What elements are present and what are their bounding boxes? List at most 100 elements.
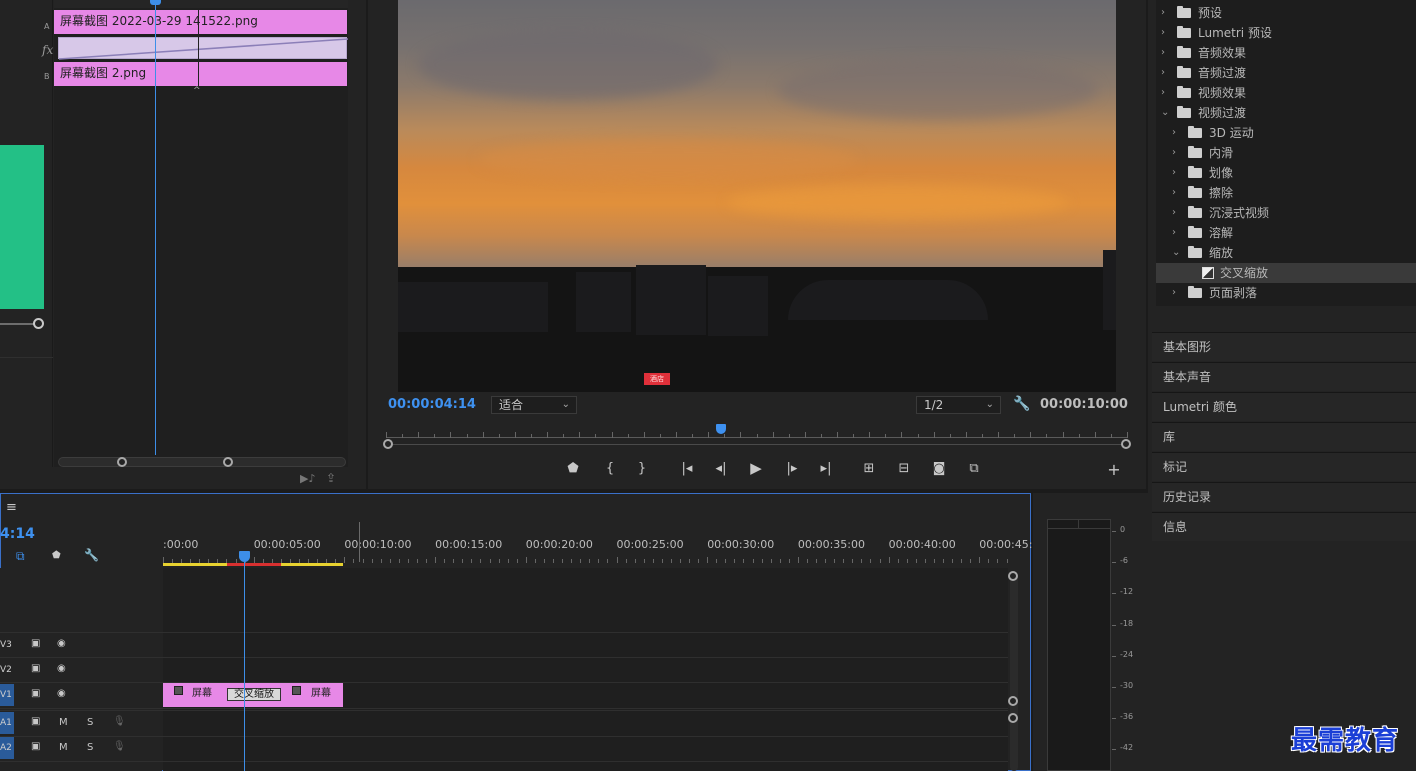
- sync-lock-icon[interactable]: ▣: [31, 688, 40, 699]
- timeline-playhead-handle[interactable]: [239, 551, 250, 562]
- effect-controls-scrollbar[interactable]: [58, 457, 346, 467]
- effects-tree-item[interactable]: › 页面剥落: [1156, 283, 1416, 303]
- chevron-right-icon[interactable]: ›: [1161, 3, 1165, 23]
- extract-button[interactable]: ⊟: [893, 460, 915, 478]
- play-audio-icon[interactable]: ▶♪: [300, 472, 315, 485]
- chevron-down-icon[interactable]: ⌄: [1172, 243, 1180, 263]
- effects-tree-item[interactable]: › 3D 运动: [1156, 123, 1416, 143]
- effect-controls-ruler[interactable]: [54, 0, 348, 8]
- solo-button[interactable]: S: [87, 717, 93, 728]
- snap-icon[interactable]: ⧉: [16, 549, 25, 564]
- chevron-right-icon[interactable]: ›: [1172, 143, 1176, 163]
- go-to-in-button[interactable]: |◂: [676, 460, 698, 478]
- mark-in-button[interactable]: {: [599, 460, 621, 478]
- track-target-v3[interactable]: V3: [0, 634, 14, 656]
- color-swatch[interactable]: [0, 145, 44, 309]
- microphone-icon[interactable]: 🎙: [113, 716, 126, 727]
- transition-clip[interactable]: [58, 37, 348, 60]
- effect-controls-playhead[interactable]: [155, 0, 156, 455]
- clip-a[interactable]: 屏幕截图 2022-03-29 141522.png: [54, 10, 347, 34]
- microphone-icon[interactable]: 🎙: [113, 741, 126, 752]
- panel-section-header[interactable]: 历史记录: [1152, 482, 1416, 511]
- wrench-icon[interactable]: 🔧: [84, 548, 99, 562]
- clip-b[interactable]: 屏幕截图 2.png: [54, 62, 347, 86]
- chevron-down-icon[interactable]: ⌄: [1161, 103, 1169, 123]
- scroll-handle-top[interactable]: [1008, 571, 1018, 581]
- mark-out-button[interactable]: }: [631, 460, 653, 478]
- program-video-frame[interactable]: 酒店: [398, 0, 1116, 392]
- timeline-menu-icon[interactable]: ≡: [6, 500, 17, 515]
- panel-section-header[interactable]: 基本声音: [1152, 362, 1416, 391]
- mute-button[interactable]: M: [59, 742, 68, 753]
- panel-section-header[interactable]: 标记: [1152, 452, 1416, 481]
- sync-lock-icon[interactable]: ▣: [31, 638, 40, 649]
- effects-tree-item[interactable]: ⌄ 缩放: [1156, 243, 1416, 263]
- effect-controls-playhead-handle[interactable]: [150, 0, 161, 5]
- panel-section-header[interactable]: Lumetri 颜色: [1152, 392, 1416, 421]
- step-back-button[interactable]: ◂|: [710, 460, 732, 478]
- eye-icon[interactable]: ◉: [57, 688, 66, 699]
- scroll-handle-top[interactable]: [1008, 713, 1018, 723]
- effects-tree-item[interactable]: › 音频过渡: [1156, 63, 1416, 83]
- eye-icon[interactable]: ◉: [57, 638, 66, 649]
- lift-button[interactable]: ⊞: [858, 460, 880, 478]
- zoom-bar-right-handle[interactable]: [1121, 439, 1131, 449]
- program-playhead[interactable]: [716, 424, 726, 434]
- play-button[interactable]: ▶: [745, 459, 767, 477]
- chevron-right-icon[interactable]: ›: [1161, 83, 1165, 103]
- program-current-time[interactable]: 00:00:04:14: [388, 397, 476, 412]
- effects-tree-item[interactable]: › 擦除: [1156, 183, 1416, 203]
- panel-section-header[interactable]: 信息: [1152, 512, 1416, 541]
- timeline-clip-v1[interactable]: 屏幕 交叉缩放 屏幕: [163, 683, 343, 707]
- step-forward-button[interactable]: |▸: [781, 460, 803, 478]
- chevron-right-icon[interactable]: ›: [1172, 283, 1176, 303]
- effects-tree-item[interactable]: › 沉浸式视频: [1156, 203, 1416, 223]
- chevron-right-icon[interactable]: ›: [1172, 223, 1176, 243]
- marker-icon[interactable]: ⬟: [52, 550, 61, 561]
- export-frame-button[interactable]: ◙: [928, 460, 950, 478]
- effects-tree-item[interactable]: › 视频效果: [1156, 83, 1416, 103]
- eye-icon[interactable]: ◉: [57, 663, 66, 674]
- property-slider-track[interactable]: [0, 323, 34, 325]
- chevron-right-icon[interactable]: ›: [1172, 123, 1176, 143]
- resolution-dropdown[interactable]: 1/2 ⌄: [916, 396, 1001, 414]
- chevron-right-icon[interactable]: ›: [1161, 63, 1165, 83]
- chevron-right-icon[interactable]: ›: [1172, 203, 1176, 223]
- sync-lock-icon[interactable]: ▣: [31, 741, 40, 752]
- solo-button[interactable]: S: [87, 742, 93, 753]
- chevron-right-icon[interactable]: ›: [1161, 43, 1165, 63]
- chevron-right-icon[interactable]: ›: [1172, 183, 1176, 203]
- zoom-dropdown[interactable]: 适合 ⌄: [491, 396, 577, 414]
- track-target-a2[interactable]: A2: [0, 737, 14, 759]
- panel-section-header[interactable]: 基本图形: [1152, 332, 1416, 361]
- effects-tree-item[interactable]: › 划像: [1156, 163, 1416, 183]
- sync-lock-icon[interactable]: ▣: [31, 663, 40, 674]
- timeline-current-time[interactable]: 4:14: [0, 526, 35, 542]
- effects-tree-item[interactable]: › 溶解: [1156, 223, 1416, 243]
- scrollbar-left-handle[interactable]: [117, 457, 127, 467]
- track-target-v2[interactable]: V2: [0, 659, 14, 681]
- chevron-right-icon[interactable]: ›: [1172, 163, 1176, 183]
- export-icon[interactable]: ⇪: [326, 471, 336, 485]
- scrollbar-right-handle[interactable]: [223, 457, 233, 467]
- track-target-a1[interactable]: A1: [0, 712, 14, 734]
- panel-section-header[interactable]: 库: [1152, 422, 1416, 451]
- program-zoom-bar[interactable]: [389, 444, 1126, 445]
- timeline-tracks[interactable]: [163, 568, 1008, 771]
- timeline-vertical-scrollbar[interactable]: [1010, 573, 1018, 771]
- add-marker-button[interactable]: ⬟: [562, 460, 584, 478]
- effects-tree-item[interactable]: › 内滑: [1156, 143, 1416, 163]
- effects-tree-item[interactable]: ⌄ 视频过渡: [1156, 103, 1416, 123]
- effects-tree-item[interactable]: › 音频效果: [1156, 43, 1416, 63]
- property-slider-handle[interactable]: [33, 318, 44, 329]
- effects-tree-item[interactable]: 交叉缩放: [1156, 263, 1416, 283]
- transition-marker[interactable]: 交叉缩放: [227, 688, 281, 701]
- sync-lock-icon[interactable]: ▣: [31, 716, 40, 727]
- wrench-icon[interactable]: 🔧: [1013, 396, 1030, 412]
- effects-tree-item[interactable]: › 预设: [1156, 3, 1416, 23]
- zoom-bar-left-handle[interactable]: [383, 439, 393, 449]
- track-target-v1[interactable]: V1: [0, 684, 14, 706]
- mute-button[interactable]: M: [59, 717, 68, 728]
- add-button[interactable]: +: [1103, 461, 1125, 479]
- go-to-out-button[interactable]: ▸|: [815, 460, 837, 478]
